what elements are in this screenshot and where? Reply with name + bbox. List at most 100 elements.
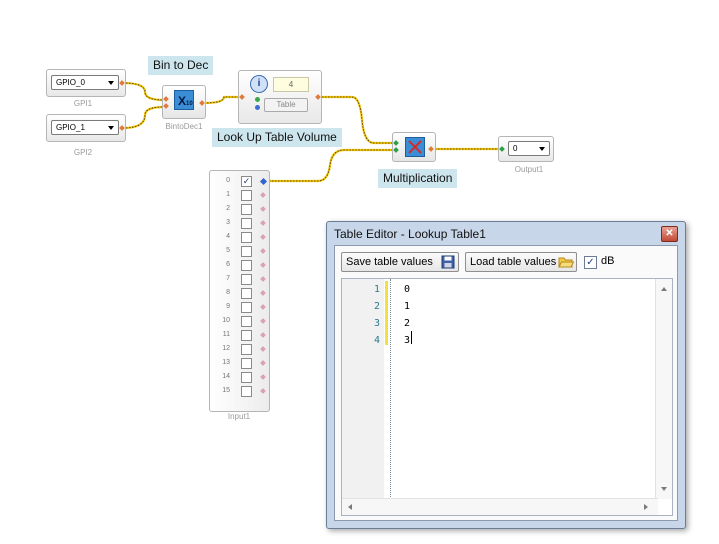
gpio1-value: GPIO_1	[56, 123, 85, 132]
output-value: 0	[513, 144, 518, 153]
input-row-number: 1	[226, 191, 230, 198]
input-row-port[interactable]	[260, 290, 266, 296]
input-row-checkbox[interactable]	[241, 218, 252, 229]
input-row-port[interactable]	[260, 318, 266, 324]
lookup-tag: Look Up Table Volume	[212, 128, 342, 147]
scroll-up-icon[interactable]	[661, 287, 667, 291]
bin-to-dec-tag: Bin to Dec	[148, 56, 214, 75]
wire-gpi2-bintodec	[122, 105, 165, 130]
chevron-down-icon	[108, 81, 114, 85]
input-row-number: 2	[226, 205, 230, 212]
input-row-checkbox[interactable]	[241, 260, 252, 271]
input-row-number: 9	[226, 303, 230, 310]
load-table-button[interactable]: Load table values	[465, 252, 577, 272]
input-row-checkbox[interactable]	[241, 204, 252, 215]
input-row-port[interactable]	[260, 220, 266, 226]
lookup-value-field[interactable]: 4	[273, 77, 309, 92]
input-row-checkbox[interactable]	[241, 372, 252, 383]
output-select[interactable]: 0	[508, 141, 550, 156]
editor-client-area: Save table values Load table values ✓ dB	[334, 245, 678, 521]
close-button[interactable]: ✕	[661, 226, 678, 242]
code-editor[interactable]: 1 0 2 1 3 2 4 3	[341, 278, 673, 516]
input-row-port[interactable]	[260, 248, 266, 254]
text-cursor	[411, 331, 412, 344]
db-checkbox[interactable]: ✓	[584, 256, 597, 269]
input-row-port[interactable]	[260, 234, 266, 240]
schematic-canvas[interactable]: GPIO_0 GPI1 GPIO_1 GPI2 Bin to Dec X10 B…	[0, 0, 719, 544]
gpio0-value: GPIO_0	[56, 78, 85, 87]
close-icon: ✕	[665, 228, 674, 239]
input-row-port[interactable]	[260, 374, 266, 380]
code-line-text: 0	[404, 284, 411, 295]
chevron-down-icon	[108, 126, 114, 130]
input-row-port[interactable]	[260, 388, 266, 394]
input-row-checkbox[interactable]	[241, 232, 252, 243]
code-line-text: 3	[404, 335, 411, 346]
blue-status-dot	[255, 105, 260, 110]
change-marker-bar	[385, 281, 388, 345]
lookup-block[interactable]: i 4 Table	[238, 70, 322, 124]
input-row-port[interactable]	[260, 262, 266, 268]
input-row-port[interactable]	[260, 304, 266, 310]
input-row-number: 14	[222, 373, 230, 380]
scroll-right-icon[interactable]	[644, 504, 648, 510]
gpi2-caption: GPI2	[73, 148, 93, 157]
input-row-checkbox[interactable]	[241, 344, 252, 355]
input-row-checkbox[interactable]: ✓	[241, 176, 252, 187]
input-block[interactable]: 0 ✓ 1 2 3 4 5 6 7 8 9 10 11 12 13 14 15	[209, 170, 270, 412]
chevron-down-icon	[539, 147, 545, 151]
gpi1-block[interactable]: GPIO_0	[46, 69, 126, 97]
window-title: Table Editor - Lookup Table1	[334, 227, 486, 241]
scroll-down-icon[interactable]	[661, 487, 667, 491]
input-row-checkbox[interactable]	[241, 246, 252, 257]
input-row-port[interactable]	[260, 346, 266, 352]
input-row-number: 13	[222, 359, 230, 366]
input-row-number: 7	[226, 275, 230, 282]
input-row-checkbox[interactable]	[241, 330, 252, 341]
input-row-number: 12	[222, 345, 230, 352]
gpio0-select[interactable]: GPIO_0	[51, 75, 119, 90]
wire-gpi1-bintodec	[122, 81, 165, 102]
line-number: 4	[373, 335, 380, 346]
input-row-checkbox[interactable]	[241, 358, 252, 369]
horizontal-scrollbar[interactable]	[342, 498, 658, 515]
output-block[interactable]: 0	[498, 136, 554, 162]
input-row-checkbox[interactable]	[241, 288, 252, 299]
input-row-number: 15	[222, 387, 230, 394]
gpi1-caption: GPI1	[73, 99, 93, 108]
input-row-checkbox[interactable]	[241, 386, 252, 397]
code-line-text: 1	[404, 301, 411, 312]
gpio1-select[interactable]: GPIO_1	[51, 120, 119, 135]
scroll-left-icon[interactable]	[348, 504, 352, 510]
save-table-button[interactable]: Save table values	[341, 252, 459, 272]
table-editor-window[interactable]: Table Editor - Lookup Table1 ✕ Save tabl…	[326, 221, 686, 529]
input-row-checkbox[interactable]	[241, 316, 252, 327]
input-row-checkbox[interactable]	[241, 274, 252, 285]
input-row-port[interactable]	[260, 360, 266, 366]
input-row-port[interactable]	[260, 332, 266, 338]
bintodec-caption: BintoDec1	[165, 122, 203, 131]
table-button[interactable]: Table	[264, 98, 308, 112]
vertical-scrollbar[interactable]	[655, 279, 672, 499]
line-number: 3	[373, 318, 380, 329]
gutter-divider	[390, 279, 391, 499]
db-label: dB	[601, 255, 615, 267]
input-row-port[interactable]	[260, 206, 266, 212]
input-row-port[interactable]	[259, 177, 268, 186]
multiply-icon	[405, 137, 425, 157]
save-icon	[441, 255, 455, 269]
gpi2-block[interactable]: GPIO_1	[46, 114, 126, 142]
input-row-port[interactable]	[260, 192, 266, 198]
multiplication-tag: Multiplication	[378, 169, 458, 188]
green-status-dot	[255, 97, 260, 102]
input-row-port[interactable]	[260, 276, 266, 282]
input-caption: Input1	[227, 412, 251, 421]
lookup-value: 4	[288, 80, 294, 89]
input-row-checkbox[interactable]	[241, 302, 252, 313]
bin-to-dec-icon: X10	[174, 90, 194, 110]
folder-icon	[558, 257, 574, 268]
input-row-checkbox[interactable]	[241, 190, 252, 201]
input-row-number: 8	[226, 289, 230, 296]
input-row-number: 10	[222, 317, 230, 324]
line-number: 2	[373, 301, 380, 312]
